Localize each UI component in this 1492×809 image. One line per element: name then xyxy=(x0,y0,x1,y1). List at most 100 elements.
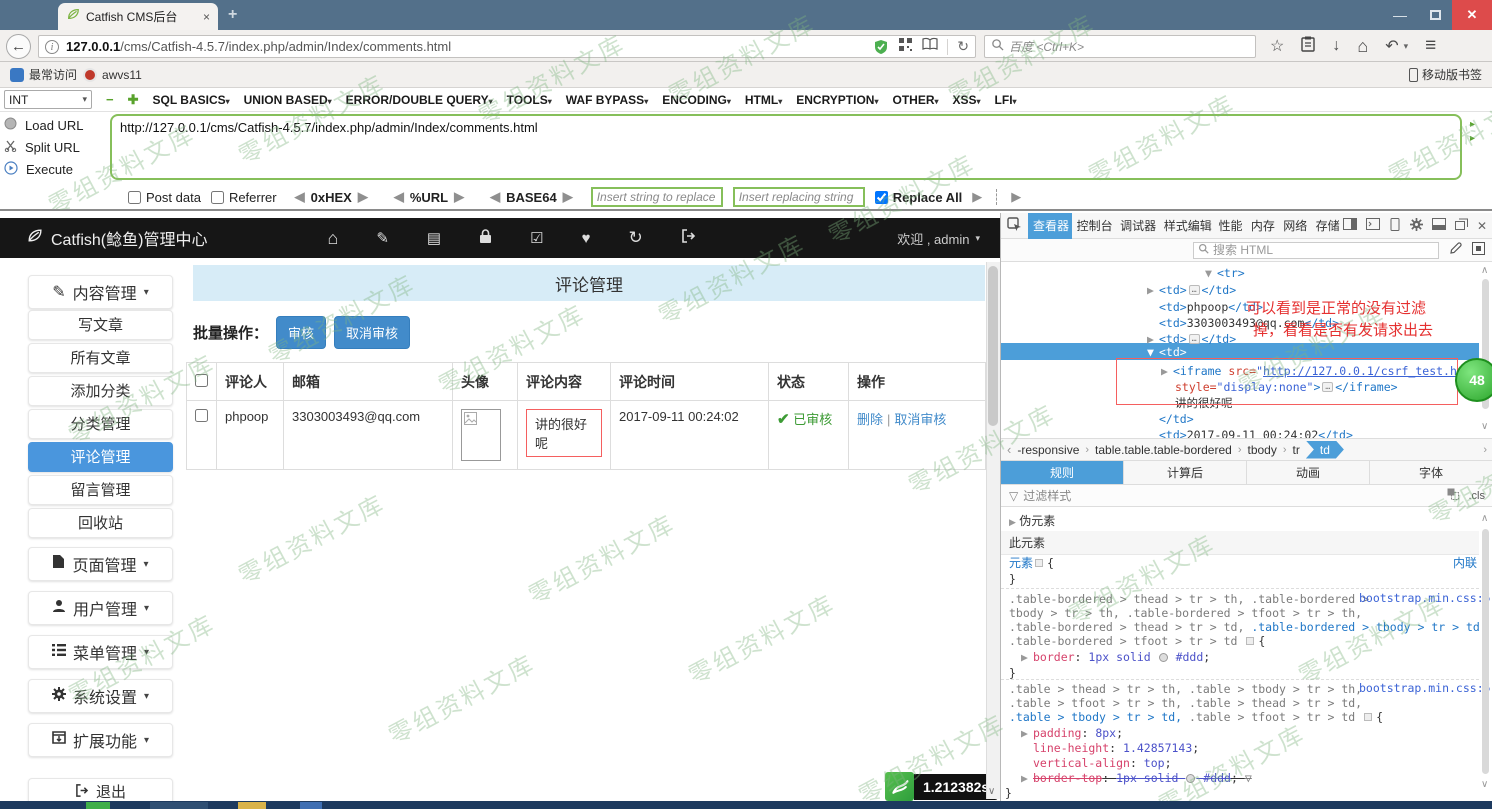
tree-line-td-collapsed[interactable]: ▶ <td>…</td> xyxy=(1147,282,1236,298)
cms-brand[interactable]: Catfish(鲶鱼)管理中心 xyxy=(26,226,207,250)
menu-waf-bypass[interactable]: WAF BYPASS▾ xyxy=(566,93,648,107)
post-data-box[interactable] xyxy=(128,191,141,204)
reader-mode-icon[interactable] xyxy=(922,37,938,56)
tab-storage[interactable]: 存储 xyxy=(1311,213,1343,239)
sidebar-item-add-category[interactable]: 添加分类 xyxy=(28,376,173,406)
tab-network[interactable]: 网络 xyxy=(1278,213,1310,239)
hackbar-collapse-icon[interactable]: − xyxy=(106,92,114,107)
referrer-checkbox[interactable]: Referrer xyxy=(211,190,277,205)
reload-button[interactable]: ↻ xyxy=(957,38,969,55)
crumb-table[interactable]: table.table.table-bordered xyxy=(1095,443,1232,457)
home-icon[interactable]: ⌂ xyxy=(1357,36,1368,57)
sidebar-item-recycle-bin[interactable]: 回收站 xyxy=(28,508,173,538)
welcome-menu[interactable]: 欢迎 , admin▾ xyxy=(897,229,980,248)
window-restore-button[interactable] xyxy=(1420,0,1450,30)
window-close-button[interactable]: ✕ xyxy=(1452,0,1492,30)
audit-icon[interactable]: ☑ xyxy=(530,229,543,247)
encode-arrow-icon[interactable]: ▶ xyxy=(454,189,464,205)
logout-icon[interactable] xyxy=(681,229,696,247)
split-url-button[interactable]: Split URL xyxy=(4,136,108,158)
rule2-stylesheet-link[interactable]: bootstrap.min.css:5 xyxy=(1359,681,1491,695)
search-bar[interactable] xyxy=(984,35,1256,58)
apply-arrow-icon[interactable]: ▶ xyxy=(1011,189,1021,205)
refresh-icon[interactable]: ↻ xyxy=(628,228,642,248)
sidebar-group-system[interactable]: 系统设置▾ xyxy=(28,679,173,713)
pseudo-state-icon[interactable] xyxy=(1447,488,1459,503)
rules-scrollbar-thumb[interactable] xyxy=(1482,529,1489,774)
info-icon[interactable]: i xyxy=(45,40,59,54)
pseudo-elements-section[interactable]: ▶ 伪元素 xyxy=(1001,509,1479,533)
tree-scroll-up-icon[interactable]: ∧ xyxy=(1481,265,1488,276)
tab-console[interactable]: 控制台 xyxy=(1072,213,1116,239)
menu-tools[interactable]: TOOLS▾ xyxy=(507,93,552,107)
tab-rules[interactable]: 规则 xyxy=(1001,461,1124,484)
window-minimize-button[interactable]: — xyxy=(1385,0,1415,30)
menu-sql-basics[interactable]: SQL BASICS▾ xyxy=(153,93,230,107)
element-rule-open[interactable]: 元素{ xyxy=(1009,555,1054,571)
unapprove-link[interactable]: 取消审核 xyxy=(894,412,946,427)
rule2-lineheight-property[interactable]: line-height: 1.42857143; xyxy=(1033,740,1199,756)
sidebar-item-message-management[interactable]: 留言管理 xyxy=(28,475,173,505)
select-all-checkbox[interactable] xyxy=(195,374,208,387)
hamburger-menu-icon[interactable]: ≡ xyxy=(1425,35,1436,57)
bookmarks-menu-icon[interactable] xyxy=(1301,36,1315,57)
html-search-box[interactable] xyxy=(1193,242,1439,259)
replace-run-icon[interactable]: ▶ xyxy=(972,189,982,205)
bookmark-star-icon[interactable]: ☆ xyxy=(1270,36,1284,56)
responsive-mode-icon[interactable] xyxy=(1389,218,1401,234)
crumb-tr[interactable]: tr xyxy=(1293,443,1300,457)
detach-icon[interactable] xyxy=(1455,218,1468,233)
taskbar-app-icon[interactable] xyxy=(238,802,266,809)
html-search-input[interactable] xyxy=(1213,243,1434,257)
replace-to-input[interactable] xyxy=(733,187,865,207)
rule1-border-property[interactable]: ▶ border: 1px solid #ddd; xyxy=(1021,649,1210,665)
tab-style-editor[interactable]: 样式编辑 xyxy=(1159,213,1214,239)
style-filter-input[interactable] xyxy=(1023,489,1431,503)
taskbar-app-icon[interactable] xyxy=(86,802,110,809)
menu-encryption[interactable]: ENCRYPTION▾ xyxy=(796,93,878,107)
close-devtools-icon[interactable]: ✕ xyxy=(1477,219,1487,233)
menu-lfi[interactable]: LFI▾ xyxy=(995,93,1017,107)
qr-icon[interactable] xyxy=(898,37,913,57)
scroll-down-icon[interactable]: ∨ xyxy=(988,786,995,797)
hackbar-url-textarea[interactable]: http://127.0.0.1/cms/Catfish-4.5.7/index… xyxy=(110,114,1462,180)
dock-side-icon[interactable] xyxy=(1343,218,1357,233)
history-caret-icon[interactable]: ▾ xyxy=(1404,41,1409,52)
sidebar-group-pages[interactable]: 页面管理▾ xyxy=(28,547,173,581)
scrollbar-thumb[interactable] xyxy=(988,266,998,426)
articles-icon[interactable]: ▤ xyxy=(427,229,441,247)
proxy-shield-icon[interactable] xyxy=(873,39,889,55)
delete-link[interactable]: 删除 xyxy=(857,412,883,427)
rules-scroll-up-icon[interactable]: ∧ xyxy=(1481,513,1488,524)
inline-style-link[interactable]: 内联 xyxy=(1453,555,1477,571)
menu-html[interactable]: HTML▾ xyxy=(745,93,782,107)
tree-line-td-close[interactable]: </td> xyxy=(1159,411,1194,427)
bookmark-awvs[interactable]: awvs11 xyxy=(83,68,142,82)
taskbar-app-icon[interactable] xyxy=(300,802,322,809)
menu-error-double-query[interactable]: ERROR/DOUBLE QUERY▾ xyxy=(346,93,493,107)
url-text[interactable]: 127.0.0.1/cms/Catfish-4.5.7/index.php/ad… xyxy=(66,39,866,54)
sidebar-group-content[interactable]: ✎内容管理▾ xyxy=(28,275,173,309)
search-input[interactable] xyxy=(1009,40,1249,54)
hackbar-add-icon[interactable]: ✚ xyxy=(128,92,139,108)
downloads-icon[interactable]: ↓ xyxy=(1332,37,1340,55)
encode-arrow-icon[interactable]: ▶ xyxy=(563,189,573,205)
new-tab-button[interactable]: + xyxy=(228,6,237,24)
tree-scroll-down-icon[interactable]: ∨ xyxy=(1481,421,1488,432)
pick-element-icon[interactable] xyxy=(1007,217,1022,235)
menu-union-based[interactable]: UNION BASED▾ xyxy=(244,93,332,107)
menu-other[interactable]: OTHER▾ xyxy=(892,93,938,107)
replace-all-box[interactable] xyxy=(875,191,888,204)
sidebar-group-users[interactable]: 用户管理▾ xyxy=(28,591,173,625)
crumb-back-icon[interactable]: ‹ xyxy=(1007,442,1011,457)
tab-fonts[interactable]: 字体 xyxy=(1370,461,1492,484)
sidebar-item-write-article[interactable]: 写文章 xyxy=(28,310,173,340)
decode-arrow-icon[interactable]: ◀ xyxy=(490,189,500,205)
taskbar-app-icon[interactable] xyxy=(150,802,208,809)
sidebar-group-extensions[interactable]: 扩展功能▾ xyxy=(28,723,173,757)
crumb-td-selected[interactable]: td xyxy=(1306,441,1344,459)
browser-tab[interactable]: Catfish CMS后台 × xyxy=(58,3,218,30)
tab-close-icon[interactable]: × xyxy=(203,10,210,24)
dock-window-icon[interactable] xyxy=(1432,218,1446,233)
menu-encoding[interactable]: ENCODING▾ xyxy=(662,93,731,107)
